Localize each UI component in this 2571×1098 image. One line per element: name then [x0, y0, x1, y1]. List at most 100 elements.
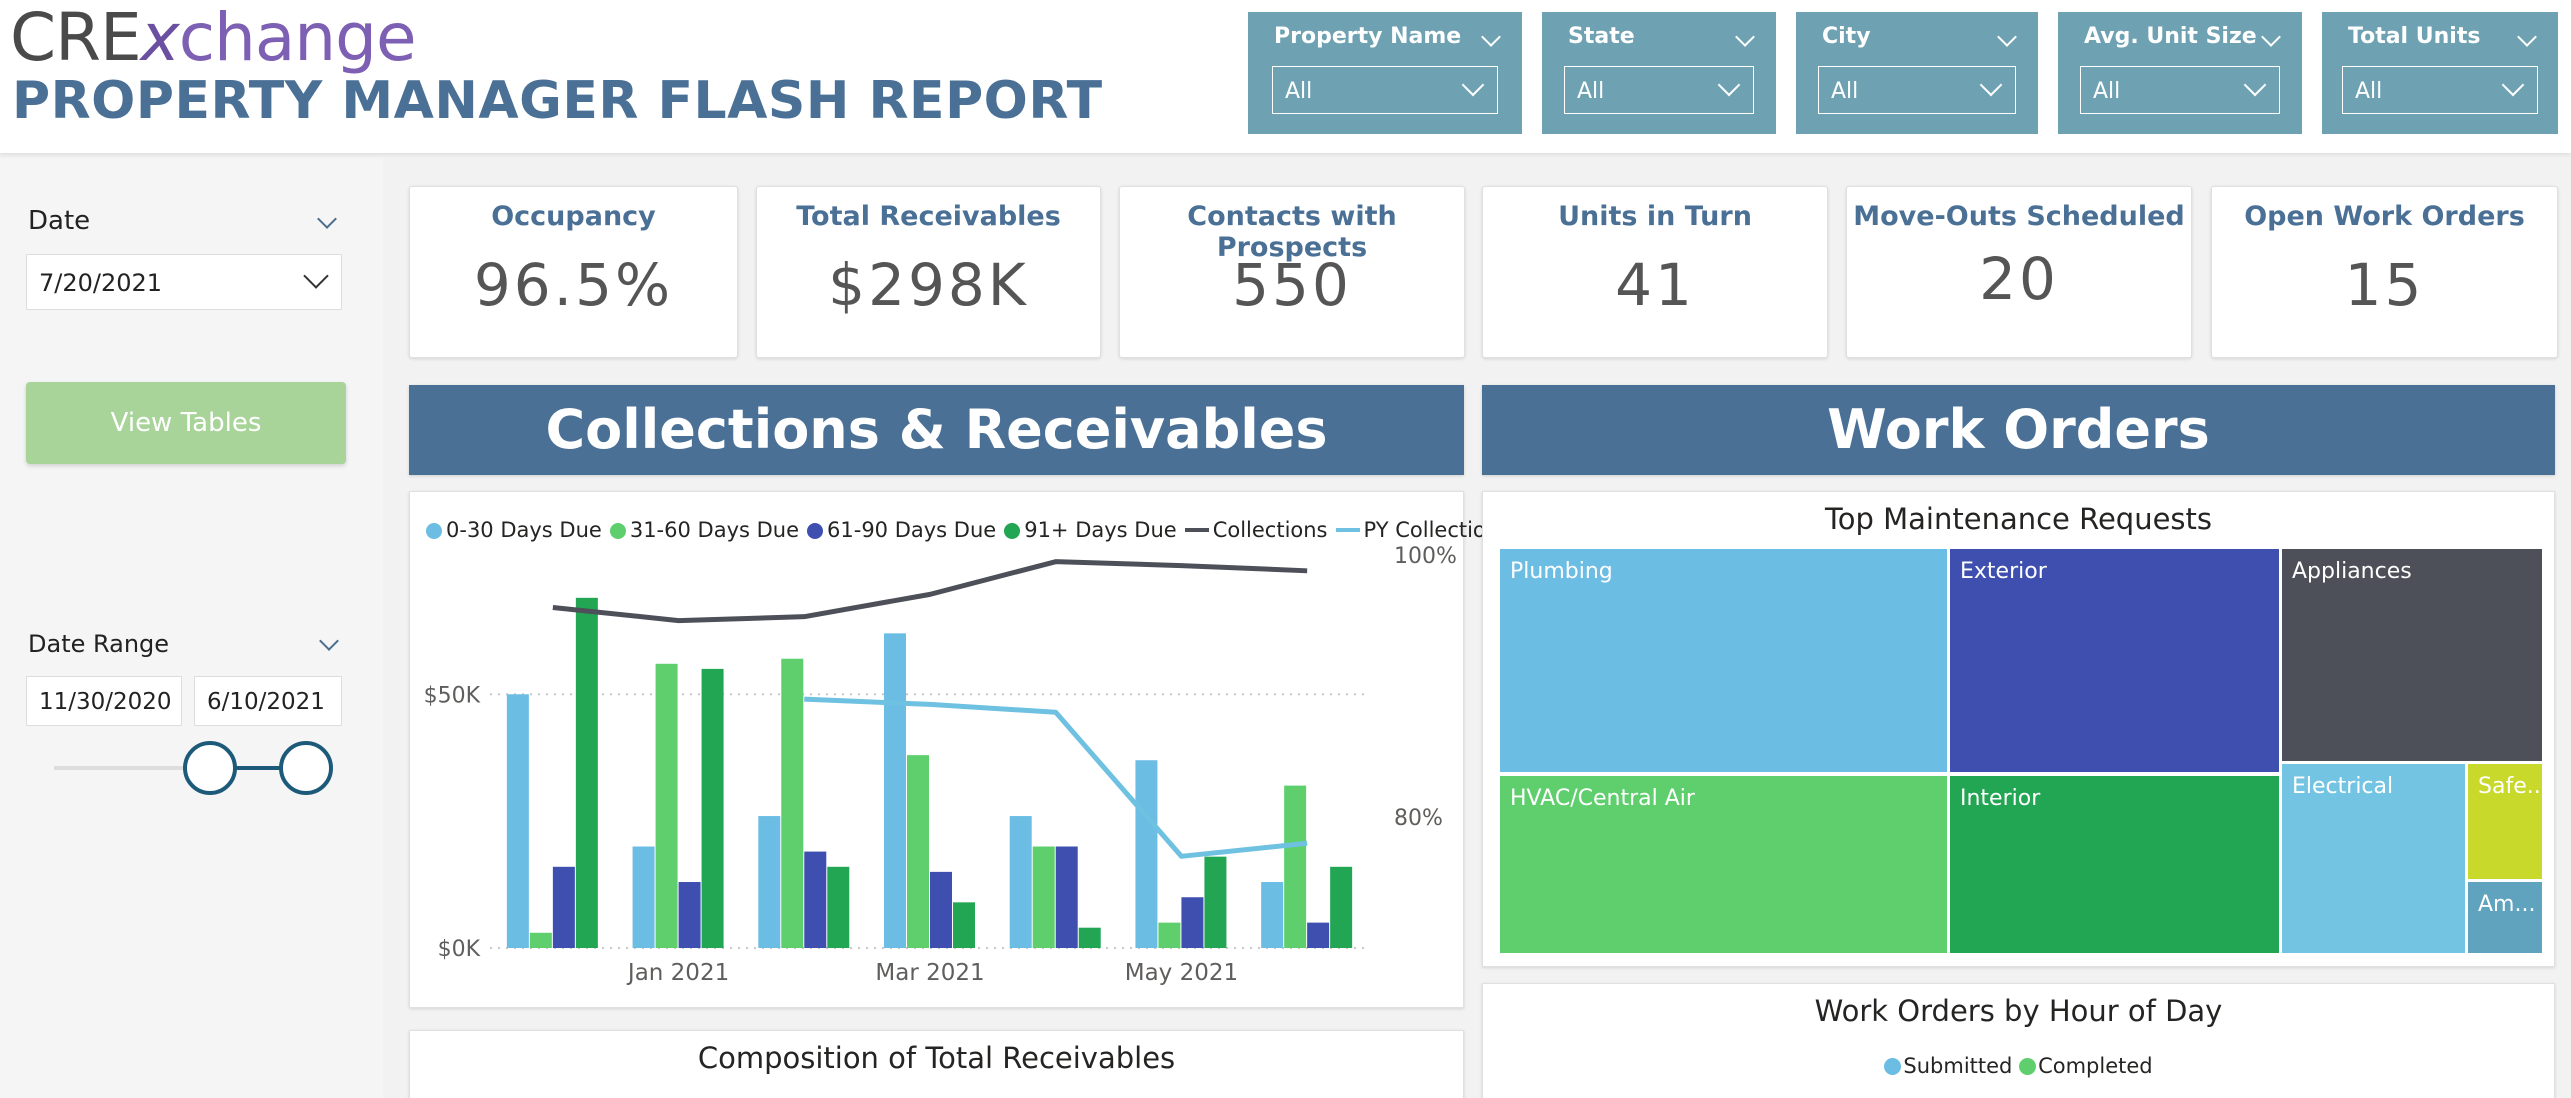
legend-item[interactable]: Completed: [2019, 1054, 2153, 1078]
kpi-occupancy: Occupancy 96.5%: [409, 186, 738, 358]
chevron-down-icon[interactable]: [319, 631, 339, 651]
treemap-label: Electrical: [2292, 774, 2394, 799]
chevron-down-icon: [1461, 73, 1485, 97]
slicer-total-units[interactable]: Total Units All: [2322, 12, 2558, 134]
range-slider-end-handle[interactable]: [279, 741, 333, 795]
date-value: 7/20/2021: [39, 269, 163, 297]
treemap-cell-safety[interactable]: Safe...: [2467, 763, 2548, 880]
kpi-value: 20: [1979, 245, 2059, 313]
legend-item[interactable]: Submitted: [1884, 1054, 2012, 1078]
range-start-input[interactable]: 11/30/2020: [26, 676, 182, 726]
y2-axis-tick-label: 80%: [1394, 806, 1443, 831]
chevron-down-icon: [303, 263, 329, 289]
bar-91-days-due: [953, 902, 975, 948]
slicer-label: Total Units: [2348, 24, 2481, 49]
kpi-title: Move-Outs Scheduled: [1853, 201, 2185, 232]
chevron-down-icon[interactable]: [2517, 27, 2537, 47]
y-axis-tick-label: $50K: [424, 683, 481, 708]
bar-91-days-due: [701, 668, 724, 948]
treemap-label: Appliances: [2292, 559, 2412, 584]
bar-31-60-days-due: [529, 932, 552, 948]
dashboard: CRExchange PROPERTY MANAGER FLASH REPORT…: [0, 0, 2571, 1098]
bar-91-days-due: [827, 866, 850, 948]
bar-61-90-days-due: [1307, 922, 1330, 948]
slicer-avg-unit-size[interactable]: Avg. Unit Size All: [2058, 12, 2302, 134]
treemap-label: Interior: [1960, 786, 2041, 811]
slicer-dropdown[interactable]: All: [1564, 66, 1754, 114]
view-tables-button[interactable]: View Tables: [26, 382, 346, 464]
crexchange-logo: CRExchange: [10, 0, 417, 76]
legend-dot-icon: [1884, 1058, 1902, 1075]
bar-31-60-days-due: [1284, 785, 1307, 948]
slicer-value: All: [1285, 79, 1313, 104]
bar-0-30-days-due: [632, 846, 655, 948]
collections-chart-panel: 0-30 Days Due 31-60 Days Due 61-90 Days Du…: [409, 491, 1510, 1008]
slicer-dropdown[interactable]: All: [2342, 66, 2538, 114]
header-bar: CRExchange PROPERTY MANAGER FLASH REPORT…: [0, 0, 2571, 153]
legend-dot-icon: [2019, 1058, 2037, 1075]
slicer-label: Avg. Unit Size: [2084, 24, 2257, 49]
kpi-total-receivables: Total Receivables $298K: [756, 186, 1101, 358]
slicer-dropdown[interactable]: All: [1818, 66, 2016, 114]
chevron-down-icon[interactable]: [2261, 27, 2281, 47]
kpi-value: 41: [1615, 251, 1695, 319]
range-slider-start-handle[interactable]: [183, 741, 237, 795]
x-axis-tick-label: May 2021: [1125, 960, 1238, 986]
kpi-units-in-turn: Units in Turn 41: [1482, 186, 1828, 358]
chevron-down-icon: [1979, 73, 2003, 97]
slicer-dropdown[interactable]: All: [1272, 66, 1498, 114]
slicer-city[interactable]: City All: [1796, 12, 2038, 134]
treemap-label: HVAC/Central Air: [1510, 786, 1695, 811]
slicer-label: Property Name: [1274, 24, 1462, 49]
chevron-down-icon: [2243, 73, 2267, 97]
chevron-down-icon: [2501, 73, 2525, 97]
treemap-cell-exterior[interactable]: Exterior: [1949, 548, 2280, 773]
y2-axis-tick-label: 100%: [1394, 544, 1457, 569]
bar-31-60-days-due: [1158, 922, 1181, 948]
bar-91-days-due: [1330, 866, 1353, 948]
kpi-title: Open Work Orders: [2244, 201, 2525, 232]
chart-legend: Submitted Completed: [1483, 1054, 2554, 1078]
kpi-title: Units in Turn: [1558, 201, 1752, 232]
slicer-property-name[interactable]: Property Name All: [1248, 12, 1522, 134]
treemap-cell-appliances[interactable]: Appliances: [2281, 548, 2543, 762]
date-dropdown[interactable]: 7/20/2021: [26, 254, 342, 310]
bar-0-30-days-due: [884, 633, 906, 948]
slicer-label: State: [1568, 24, 1635, 49]
range-end-input[interactable]: 6/10/2021: [194, 676, 342, 726]
slicer-value: All: [1577, 79, 1605, 104]
treemap-cell-hvac[interactable]: HVAC/Central Air: [1499, 775, 1948, 954]
bar-31-60-days-due: [655, 663, 678, 948]
chevron-down-icon[interactable]: [1735, 27, 1755, 47]
chevron-down-icon[interactable]: [1997, 27, 2017, 47]
filter-sidebar: Date 7/20/2021 View Tables Date Range 11…: [0, 158, 383, 1098]
y-axis-tick-label: $0K: [438, 937, 481, 962]
treemap-cell-plumbing[interactable]: Plumbing: [1499, 548, 1948, 773]
slicer-value: All: [2093, 79, 2121, 104]
collections-banner: Collections & Receivables: [409, 385, 1464, 475]
kpi-move-outs-scheduled: Move-Outs Scheduled 20: [1846, 186, 2192, 358]
line-collections: [552, 559, 1308, 624]
bar-61-90-days-due: [930, 871, 952, 948]
treemap-label: Exterior: [1960, 559, 2047, 584]
report-title: PROPERTY MANAGER FLASH REPORT: [12, 71, 1103, 131]
bar-31-60-days-due: [1032, 846, 1055, 948]
x-axis-tick-label: Mar 2021: [875, 960, 984, 986]
treemap-cell-interior[interactable]: Interior: [1949, 775, 2280, 954]
collections-chart-svg: $50K $0K 100% 80% Jan 2021 Mar 2021 May 2021: [424, 544, 1457, 986]
bar-61-90-days-due: [1181, 897, 1204, 948]
bar-61-90-days-due: [552, 866, 575, 948]
slicer-state[interactable]: State All: [1542, 12, 1776, 134]
treemap-cell-electrical[interactable]: Electrical: [2281, 763, 2466, 954]
chevron-down-icon[interactable]: [317, 209, 337, 229]
treemap-cell-amenities[interactable]: Am...: [2467, 881, 2543, 954]
composition-title: Composition of Total Receivables: [697, 1041, 1176, 1075]
line-py-collections: [804, 696, 1308, 859]
slicer-label: City: [1822, 24, 1871, 49]
chevron-down-icon[interactable]: [1481, 27, 1501, 47]
x-axis-tick-label: Jan 2021: [626, 960, 729, 986]
slicer-dropdown[interactable]: All: [2080, 66, 2280, 114]
bar-31-60-days-due: [781, 658, 804, 948]
work-orders-by-hour-panel: Work Orders by Hour of Day Submitted Com…: [1482, 983, 2555, 1098]
chevron-down-icon: [1717, 73, 1741, 97]
